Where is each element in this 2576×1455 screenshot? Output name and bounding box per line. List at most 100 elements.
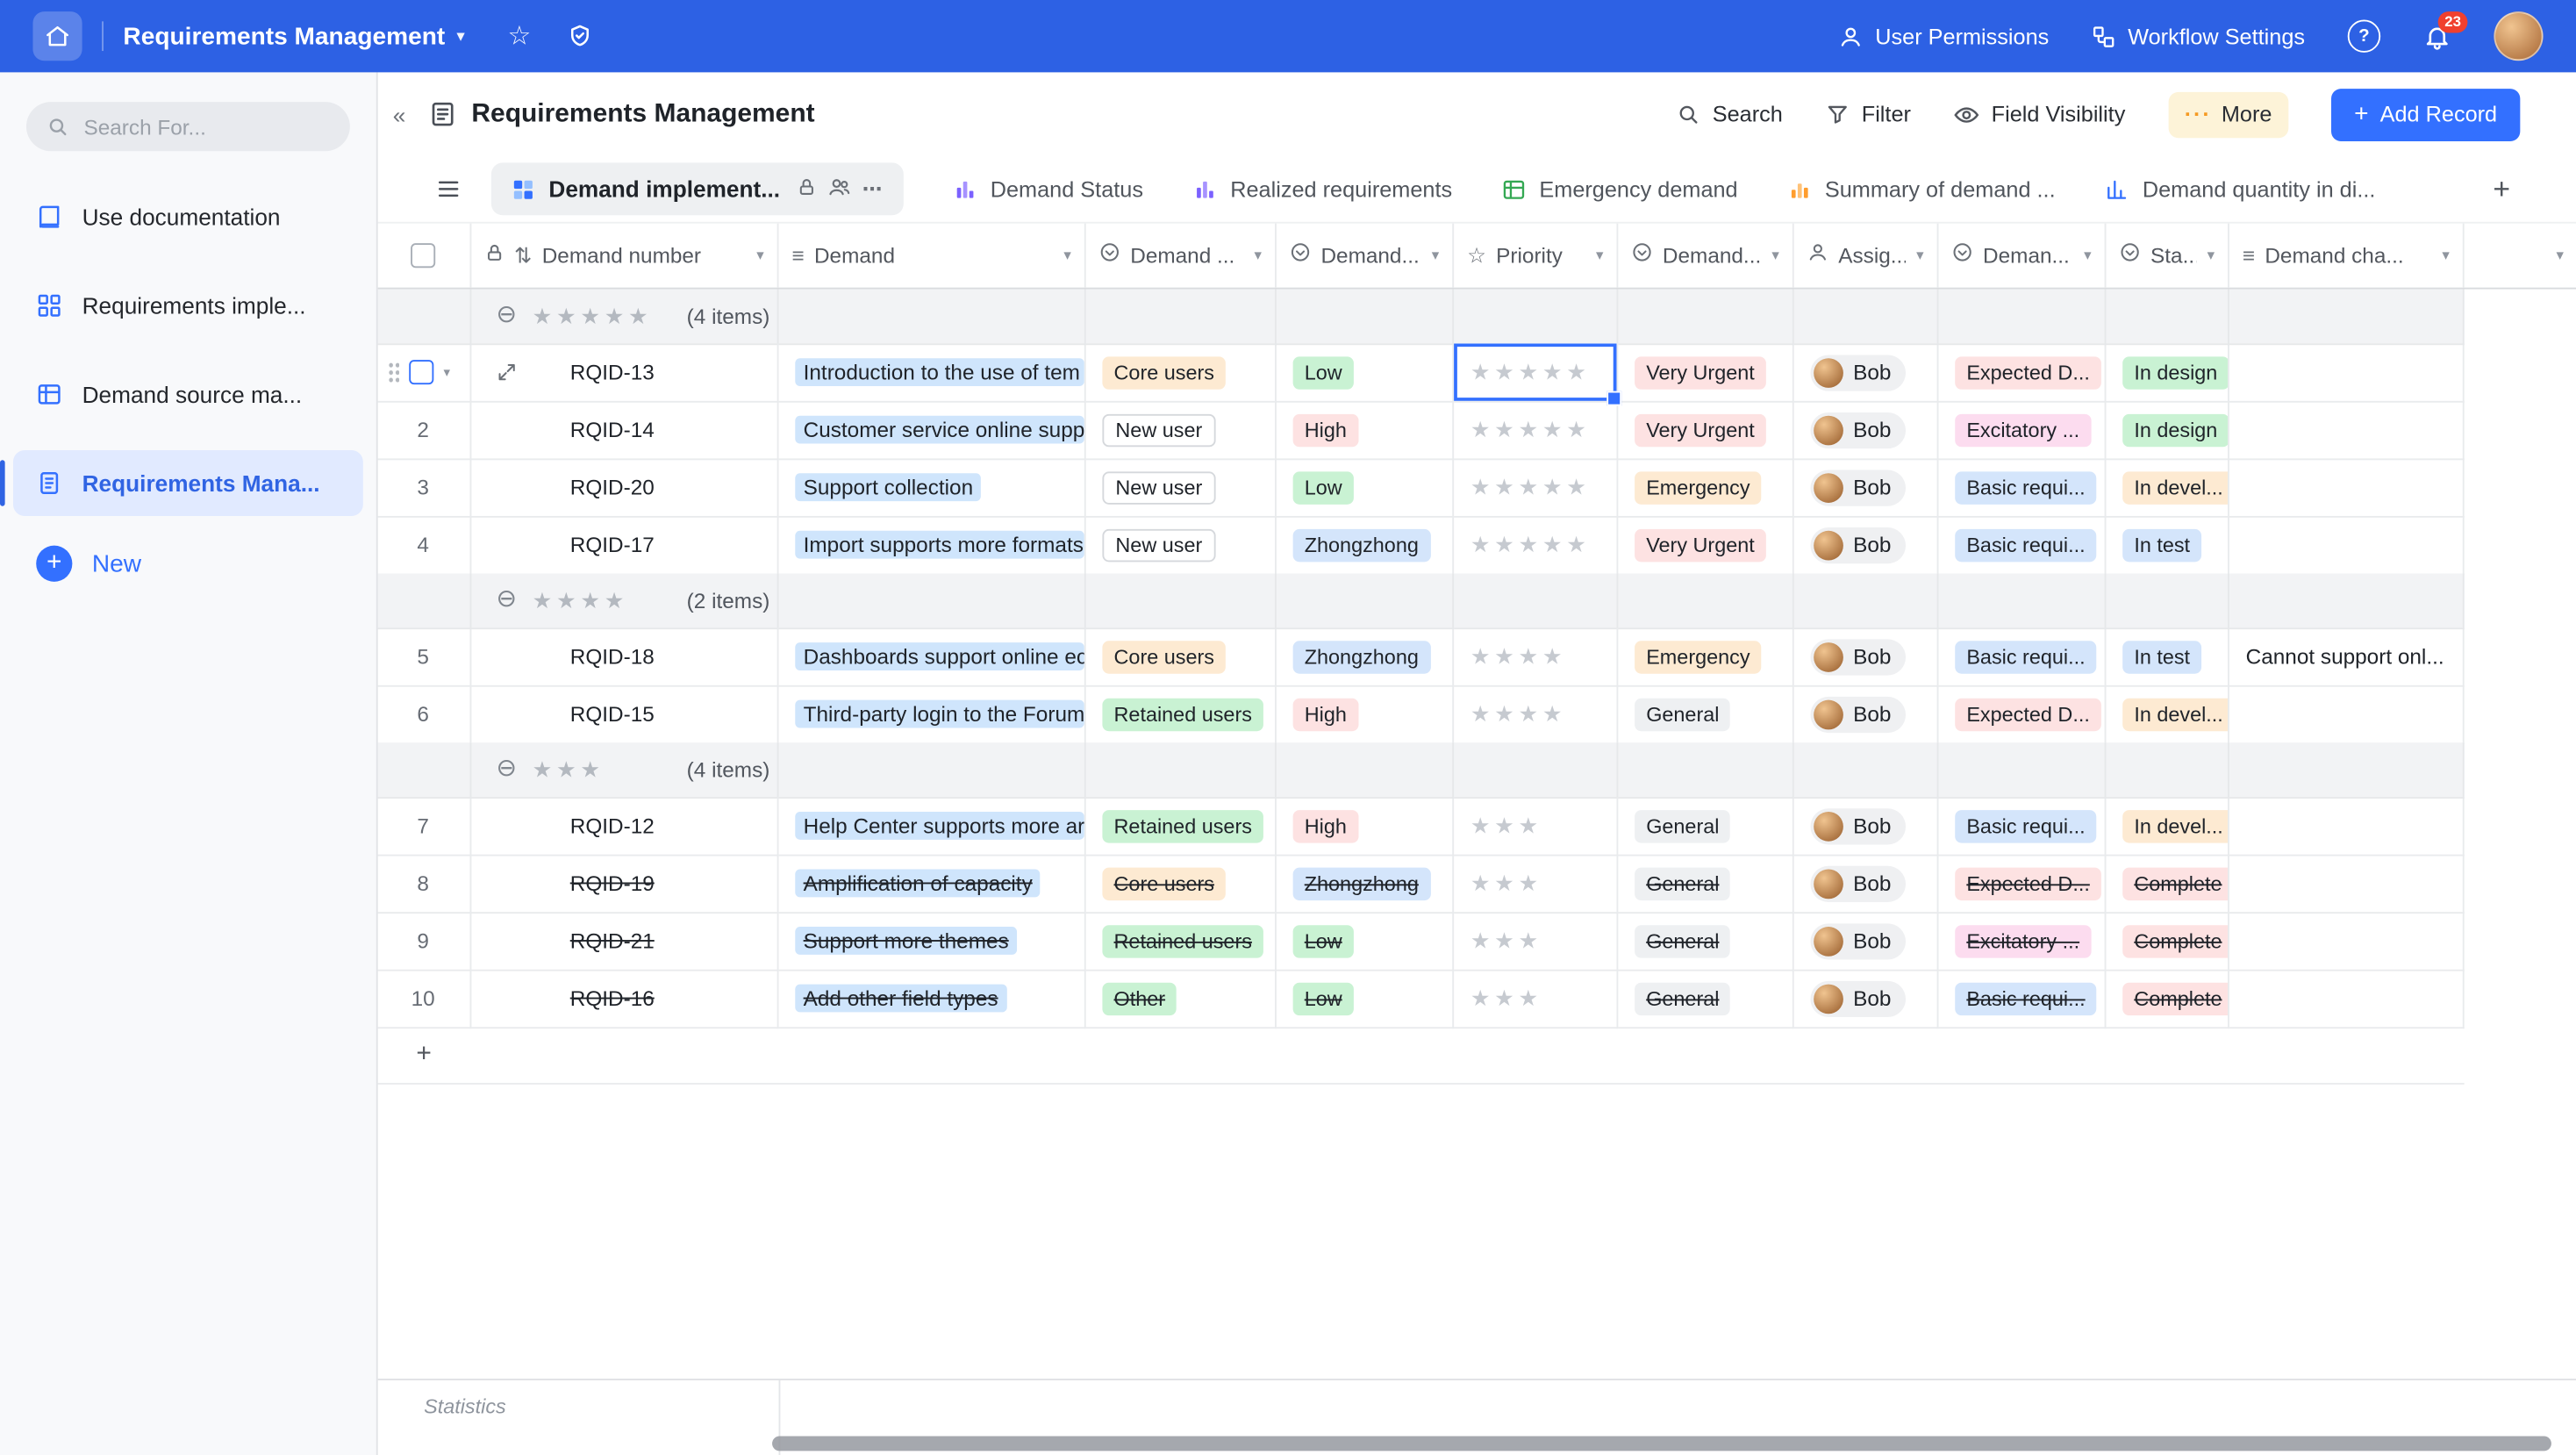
status-cell[interactable]: In test xyxy=(2106,516,2229,575)
home-button[interactable] xyxy=(32,11,82,61)
certificate-shield-icon[interactable] xyxy=(567,23,593,49)
demand-type-cell[interactable]: Expected D... xyxy=(1938,343,2106,402)
workspace-title[interactable]: Requirements Management ▾ xyxy=(123,22,464,50)
field-visibility-button[interactable]: Field Visibility xyxy=(1954,101,2126,127)
collapse-group-icon[interactable]: ⊖ xyxy=(496,756,517,780)
demand-cell[interactable]: Customer service online supp xyxy=(779,401,1086,460)
column-header[interactable]: Demand...▾ xyxy=(1277,224,1454,288)
user-avatar[interactable] xyxy=(2494,11,2543,61)
collapse-group-icon[interactable]: ⊖ xyxy=(496,586,517,611)
search-button[interactable]: Search xyxy=(1677,102,1783,126)
demand-number-cell[interactable]: RQID-20 xyxy=(471,458,778,517)
collapse-group-icon[interactable]: ⊖ xyxy=(496,303,517,327)
row-number-cell[interactable]: 6 xyxy=(376,685,472,744)
column-header[interactable]: Deman...▾ xyxy=(1938,224,2106,288)
select-all-checkbox[interactable] xyxy=(411,243,435,268)
demand-number-cell[interactable]: RQID-14 xyxy=(471,401,778,460)
star-rating[interactable]: ★★★★ xyxy=(1470,645,1566,667)
status-cell[interactable]: In test xyxy=(2106,627,2229,686)
column-header[interactable]: Sta...▾ xyxy=(2106,224,2229,288)
assignee-cell[interactable]: Bob xyxy=(1794,516,1939,575)
user-permissions-button[interactable]: User Permissions xyxy=(1839,24,2049,48)
demand-cell[interactable]: Introduction to the use of tem xyxy=(779,343,1086,402)
demand-level-cell[interactable]: High xyxy=(1277,401,1454,460)
demand-type-cell[interactable]: Expected D... xyxy=(1938,855,2106,914)
demand-note-cell[interactable] xyxy=(2229,912,2465,971)
demand-urgency-cell[interactable]: General xyxy=(1618,970,1793,1029)
demand-user-cell[interactable]: Retained users xyxy=(1086,685,1277,744)
demand-type-cell[interactable]: Basic requi... xyxy=(1938,797,2106,856)
demand-user-cell[interactable]: Core users xyxy=(1086,855,1277,914)
table-list-icon[interactable] xyxy=(435,176,462,202)
demand-cell[interactable]: Support more themes xyxy=(779,912,1086,971)
demand-level-cell[interactable]: Zhongzhong xyxy=(1277,855,1454,914)
row-number-cell[interactable]: 4 xyxy=(376,516,472,575)
demand-number-cell[interactable]: RQID-21 xyxy=(471,912,778,971)
demand-urgency-cell[interactable]: Very Urgent xyxy=(1618,343,1793,402)
column-header[interactable]: Demand...▾ xyxy=(1618,224,1793,288)
status-cell[interactable]: In devel... xyxy=(2106,458,2229,517)
priority-cell[interactable]: ★★★★★ xyxy=(1454,343,1618,402)
demand-level-cell[interactable]: Low xyxy=(1277,970,1454,1029)
assignee-cell[interactable]: Bob xyxy=(1794,855,1939,914)
sidebar-item[interactable]: Use documentation xyxy=(13,184,363,250)
tab-more-icon[interactable]: ⋯ xyxy=(862,177,884,200)
select-all-cell[interactable] xyxy=(376,224,472,288)
assignee-cell[interactable]: Bob xyxy=(1794,458,1939,517)
add-record-button[interactable]: + Add Record xyxy=(2331,88,2520,140)
demand-type-cell[interactable]: Basic requi... xyxy=(1938,458,2106,517)
demand-level-cell[interactable]: Low xyxy=(1277,912,1454,971)
column-header[interactable]: ≡Demand▾ xyxy=(779,224,1086,288)
chevron-down-icon[interactable]: ▾ xyxy=(1596,247,1603,265)
demand-note-cell[interactable] xyxy=(2229,685,2465,744)
demand-type-cell[interactable]: Basic requi... xyxy=(1938,970,2106,1029)
view-tab[interactable]: Demand quantity in di... xyxy=(2105,176,2376,201)
status-cell[interactable]: In design xyxy=(2106,401,2229,460)
demand-user-cell[interactable]: New user xyxy=(1086,401,1277,460)
column-header[interactable]: Demand ...▾ xyxy=(1086,224,1277,288)
priority-cell[interactable]: ★★★★ xyxy=(1454,627,1618,686)
demand-urgency-cell[interactable]: General xyxy=(1618,855,1793,914)
chevron-down-icon[interactable]: ▾ xyxy=(1063,247,1070,265)
chevron-down-icon[interactable]: ▾ xyxy=(1432,247,1439,265)
demand-number-cell[interactable]: RQID-12 xyxy=(471,797,778,856)
assignee-cell[interactable]: Bob xyxy=(1794,343,1939,402)
new-button[interactable]: + New xyxy=(36,546,340,582)
demand-number-cell[interactable]: RQID-16 xyxy=(471,970,778,1029)
filter-button[interactable]: Filter xyxy=(1826,102,1911,126)
demand-type-cell[interactable]: Basic requi... xyxy=(1938,516,2106,575)
demand-note-cell[interactable] xyxy=(2229,855,2465,914)
demand-urgency-cell[interactable]: Emergency xyxy=(1618,458,1793,517)
demand-cell[interactable]: Support collection xyxy=(779,458,1086,517)
status-cell[interactable]: In devel... xyxy=(2106,685,2229,744)
demand-note-cell[interactable] xyxy=(2229,516,2465,575)
demand-type-cell[interactable]: Expected D... xyxy=(1938,685,2106,744)
star-rating[interactable]: ★★★★★ xyxy=(1470,419,1591,441)
demand-note-cell[interactable] xyxy=(2229,970,2465,1029)
row-number-cell[interactable]: 8 xyxy=(376,855,472,914)
view-tab[interactable]: Demand implement...⋯ xyxy=(491,162,904,215)
priority-cell[interactable]: ★★★★ xyxy=(1454,685,1618,744)
sidebar-search-input[interactable] xyxy=(81,112,318,140)
demand-note-cell[interactable] xyxy=(2229,401,2465,460)
demand-type-cell[interactable]: Basic requi... xyxy=(1938,627,2106,686)
chevron-down-icon[interactable]: ▾ xyxy=(2084,247,2091,265)
status-cell[interactable]: In design xyxy=(2106,343,2229,402)
favorite-star-icon[interactable]: ☆ xyxy=(507,19,531,52)
demand-note-cell[interactable] xyxy=(2229,797,2465,856)
star-rating[interactable]: ★★★★★ xyxy=(1470,534,1591,555)
chevron-down-icon[interactable]: ▾ xyxy=(2442,247,2449,265)
assignee-cell[interactable]: Bob xyxy=(1794,401,1939,460)
chevron-down-icon[interactable]: ▾ xyxy=(1255,247,1262,265)
demand-note-cell[interactable]: Cannot support onl... xyxy=(2229,627,2465,686)
status-cell[interactable]: Complete xyxy=(2106,912,2229,971)
assignee-cell[interactable]: Bob xyxy=(1794,685,1939,744)
star-rating[interactable]: ★★★ xyxy=(1470,929,1542,951)
demand-level-cell[interactable]: Low xyxy=(1277,343,1454,402)
row-number-cell[interactable]: 10 xyxy=(376,970,472,1029)
sidebar-item[interactable]: Demand source ma... xyxy=(13,362,363,427)
demand-cell[interactable]: Import supports more formats xyxy=(779,516,1086,575)
demand-urgency-cell[interactable]: Very Urgent xyxy=(1618,516,1793,575)
row-number-cell[interactable]: 9 xyxy=(376,912,472,971)
view-tab[interactable]: Demand Status xyxy=(953,176,1143,201)
